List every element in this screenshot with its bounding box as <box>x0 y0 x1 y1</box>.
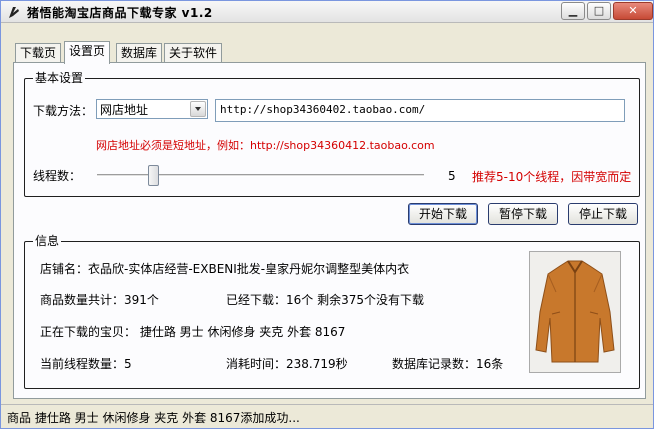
method-select[interactable]: 网店地址 <box>96 99 208 119</box>
title-bar[interactable]: 猪悟能淘宝店商品下载专家 v1.2 ▁ □ ✕ <box>1 1 653 23</box>
total-count: 商品数量共计：391个 <box>40 293 159 307</box>
method-label: 下载方法： <box>33 104 94 118</box>
app-icon <box>9 7 19 18</box>
jacket-image <box>530 252 620 372</box>
window-title: 猪悟能淘宝店商品下载专家 v1.2 <box>27 6 213 20</box>
threads-slider-track[interactable] <box>97 174 424 177</box>
minimize-icon: ▁ <box>568 4 578 17</box>
chevron-down-icon <box>195 107 201 111</box>
downloaded-count: 已经下载：16个 剩余375个没有下载 <box>226 293 424 307</box>
elapsed-time: 消耗时间：238.719秒 <box>226 357 348 371</box>
app-window: 猪悟能淘宝店商品下载专家 v1.2 ▁ □ ✕ 下载页 设置页 数据库 关于软件… <box>0 0 654 429</box>
shop-name: 店铺名：衣品欣-实体店经营-EXBENI批发-皇家丹妮尔调整型美体内衣 <box>40 262 410 276</box>
db-record-count: 数据库记录数：16条 <box>392 357 504 371</box>
threads-value: 5 <box>448 169 456 183</box>
minimize-button[interactable]: ▁ <box>561 2 585 20</box>
maximize-icon: □ <box>593 4 605 17</box>
tab-database[interactable]: 数据库 <box>116 43 163 63</box>
tab-settings[interactable]: 设置页 <box>64 41 111 64</box>
threads-label: 线程数： <box>33 169 82 183</box>
status-bar: 商品 捷仕路 男士 休闲修身 夹克 外套 8167添加成功... <box>1 404 653 428</box>
tab-about[interactable]: 关于软件 <box>164 43 223 63</box>
threads-slider-thumb[interactable] <box>147 165 159 186</box>
pause-download-button[interactable]: 暂停下载 <box>488 203 558 225</box>
close-button[interactable]: ✕ <box>613 2 653 20</box>
method-selected-value: 网店地址 <box>100 103 149 117</box>
shop-url-input[interactable]: http://shop34360402.taobao.com/ <box>215 99 625 122</box>
info-title: 信息 <box>33 234 62 248</box>
tab-download[interactable]: 下载页 <box>15 43 62 63</box>
product-image <box>529 251 621 373</box>
stop-download-button[interactable]: 停止下载 <box>568 203 638 225</box>
status-text: 商品 捷仕路 男士 休闲修身 夹克 外套 8167添加成功... <box>7 411 300 425</box>
url-hint: 网店地址必须是短地址，例如：http://shop34360412.taobao… <box>96 139 435 152</box>
basic-settings-title: 基本设置 <box>33 71 86 85</box>
close-icon: ✕ <box>628 4 638 17</box>
threads-hint: 推荐5-10个线程，因带宽而定 <box>472 170 632 184</box>
current-thread-count: 当前线程数量：5 <box>40 357 132 371</box>
dropdown-button[interactable] <box>190 101 206 117</box>
start-download-button[interactable]: 开始下载 <box>408 203 478 225</box>
maximize-button[interactable]: □ <box>587 2 611 20</box>
current-item: 正在下载的宝贝： 捷仕路 男士 休闲修身 夹克 外套 8167 <box>40 325 346 339</box>
